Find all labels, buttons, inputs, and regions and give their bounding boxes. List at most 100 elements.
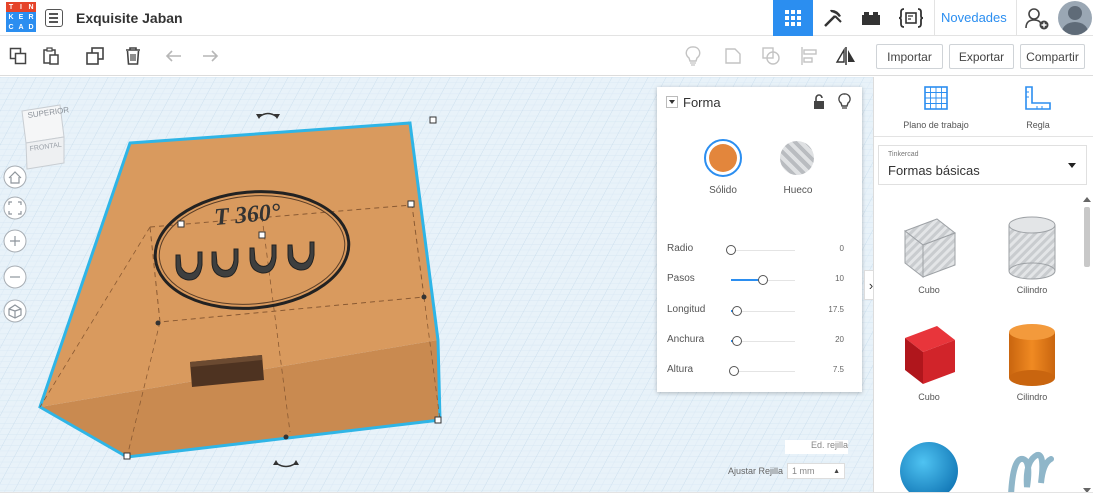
library-name: Formas básicas	[888, 163, 980, 178]
collapse-caret-icon[interactable]	[666, 96, 678, 108]
exportar-button[interactable]: Exportar	[949, 44, 1014, 69]
ruler-icon	[1025, 86, 1051, 110]
divider	[1016, 0, 1017, 36]
property-row: Longitud 17.5	[667, 304, 847, 318]
logo-letter: D	[26, 22, 36, 32]
hole-mode-button[interactable]	[780, 141, 814, 175]
redo-icon	[203, 50, 219, 62]
copy-icon	[9, 47, 27, 65]
property-slider-knob[interactable]	[726, 245, 736, 255]
shape-tile-cube-red[interactable]: Cubo	[879, 322, 979, 402]
divider	[934, 0, 935, 36]
scroll-up-icon[interactable]	[1083, 197, 1091, 202]
scribble-icon	[1008, 451, 1054, 497]
delete-icon	[126, 47, 140, 65]
code-blocks-icon	[898, 8, 924, 28]
edit-grid-button[interactable]: Ed. rejilla	[785, 440, 848, 454]
lock-icon[interactable]	[813, 94, 825, 110]
property-row: Anchura 20	[667, 334, 847, 348]
paste-icon	[43, 47, 59, 65]
shape-tile-cylinder-striped[interactable]: Cilindro	[982, 215, 1082, 295]
property-slider-knob[interactable]	[732, 306, 742, 316]
minecraft-view-button[interactable]	[815, 0, 851, 36]
importar-button[interactable]: Importar	[876, 44, 943, 69]
library-provider: Tinkercad	[888, 151, 919, 158]
chevron-down-icon	[1068, 163, 1076, 168]
codeblocks-view-button[interactable]	[891, 0, 931, 36]
add-user-icon	[1025, 8, 1049, 30]
scroll-thumb[interactable]	[1084, 207, 1090, 267]
ruler-tool[interactable]: Regla	[988, 85, 1088, 130]
property-value[interactable]: 20	[835, 335, 844, 344]
shape-name: Cilindro	[1016, 285, 1048, 295]
workplane-label: Plano de trabajo	[903, 120, 969, 130]
snap-grid-value: 1 mm	[792, 466, 815, 476]
solid-mode-button[interactable]	[704, 139, 742, 177]
logo-letter: I	[16, 2, 26, 12]
avatar[interactable]	[1058, 1, 1092, 35]
shape-name: Cilindro	[1016, 392, 1048, 402]
delete-button[interactable]	[121, 44, 145, 68]
edit-toolbar: Importar Exportar Compartir	[0, 36, 1093, 76]
logo-letter: E	[16, 12, 26, 22]
library-scrollbar[interactable]	[1083, 195, 1091, 495]
align-button[interactable]	[797, 44, 821, 68]
status-strip	[0, 492, 1093, 501]
shape-tile-sphere[interactable]	[879, 441, 979, 497]
note-button[interactable]	[681, 44, 705, 68]
hole-label: Hueco	[783, 185, 813, 196]
design-title[interactable]: Exquisite Jaban	[76, 10, 183, 26]
pickaxe-icon	[824, 9, 842, 27]
brick-icon	[862, 12, 880, 25]
paste-button[interactable]	[39, 44, 63, 68]
property-value[interactable]: 7.5	[833, 365, 844, 374]
property-slider-knob[interactable]	[732, 336, 742, 346]
undo-button[interactable]	[162, 44, 186, 68]
note-icon	[685, 46, 701, 66]
bricks-view-button[interactable]	[853, 0, 889, 36]
tinkercad-logo[interactable]: TINKERCAD	[6, 2, 36, 32]
comment-button[interactable]	[721, 44, 745, 68]
copy-button[interactable]	[6, 44, 30, 68]
shape-tile-cylinder-orange[interactable]: Cilindro	[982, 322, 1082, 402]
logo-letter: A	[16, 22, 26, 32]
lightbulb-icon[interactable]	[838, 93, 851, 111]
home-view-button[interactable]	[3, 165, 27, 189]
property-slider-track[interactable]	[731, 371, 795, 372]
top-bar: TINKERCAD Exquisite Jaban Novedades	[0, 0, 1093, 36]
snap-grid-label: Ajustar Rejilla	[728, 466, 784, 476]
property-slider-knob[interactable]	[758, 275, 768, 285]
property-value[interactable]: 0	[840, 244, 844, 253]
shape-name: Cubo	[918, 285, 940, 295]
snap-grid-select[interactable]: 1 mm ▲	[787, 463, 846, 479]
property-label: Longitud	[667, 304, 706, 315]
property-value[interactable]: 10	[835, 274, 844, 283]
workplane-icon	[924, 86, 948, 110]
property-slider-knob[interactable]	[729, 366, 739, 376]
property-label: Pasos	[667, 273, 695, 284]
compartir-button[interactable]: Compartir	[1020, 44, 1085, 69]
invite-user-button[interactable]	[1020, 0, 1054, 36]
3d-design-view-button[interactable]	[773, 0, 813, 36]
logo-letter: C	[6, 22, 16, 32]
property-slider-track[interactable]	[731, 250, 795, 251]
mirror-button[interactable]	[834, 44, 858, 68]
align-icon	[801, 47, 817, 65]
logo-letter: N	[26, 2, 36, 12]
view-cube[interactable]: SUPERIOR FRONTAL	[21, 104, 70, 170]
property-label: Altura	[667, 364, 694, 375]
shape-tile-scribble[interactable]	[982, 447, 1082, 497]
property-value[interactable]: 17.5	[828, 305, 844, 314]
library-dropdown[interactable]: Tinkercad Formas básicas	[878, 145, 1087, 185]
workplane-tool[interactable]: Plano de trabajo	[886, 85, 986, 130]
design-list-icon[interactable]	[45, 9, 63, 27]
redo-button[interactable]	[198, 44, 222, 68]
shape-tile-cube-striped[interactable]: Cubo	[879, 215, 979, 295]
property-label: Anchura	[667, 334, 705, 345]
hide-button[interactable]	[759, 44, 783, 68]
fit-view-button[interactable]	[3, 196, 27, 220]
novedades-link[interactable]: Novedades	[941, 10, 1007, 25]
solid-label: Sólido	[709, 185, 737, 196]
grid-view-icon	[785, 10, 801, 26]
duplicate-button[interactable]	[83, 44, 107, 68]
